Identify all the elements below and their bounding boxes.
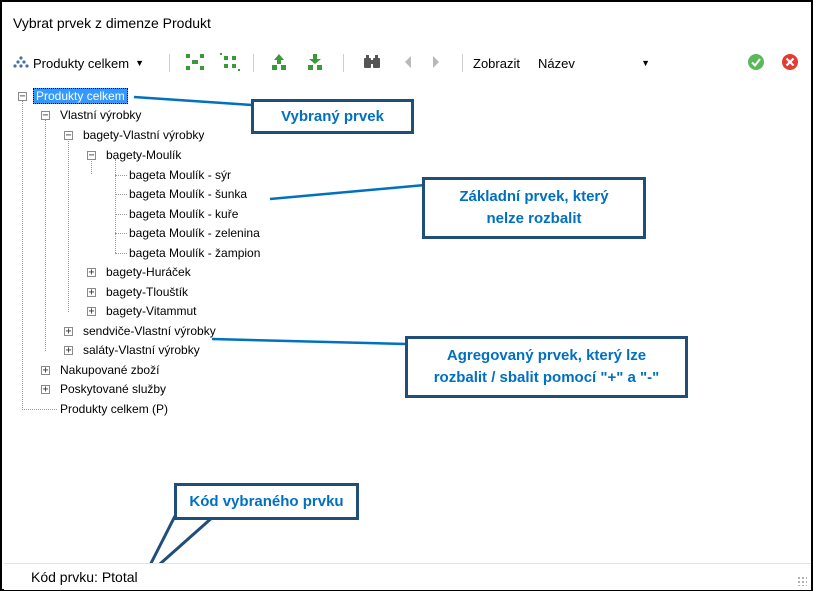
callout-pointers — [133, 95, 426, 581]
callout-item-code: Kód vybraného prvku — [174, 483, 359, 520]
resize-grip-icon[interactable] — [797, 576, 807, 586]
status-bar: Kód prvku: Ptotal — [4, 563, 811, 590]
status-item-code: Kód prvku: Ptotal — [31, 569, 138, 585]
callout-leaf-item: Základní prvek, který nelze rozbalit — [422, 177, 646, 239]
callout-selected-item: Vybraný prvek — [251, 99, 414, 134]
dialog-window: Vybrat prvek z dimenze Produkt Produkty … — [0, 0, 813, 591]
callout-aggregated-item: Agregovaný prvek, který lze rozbalit / s… — [405, 336, 688, 398]
